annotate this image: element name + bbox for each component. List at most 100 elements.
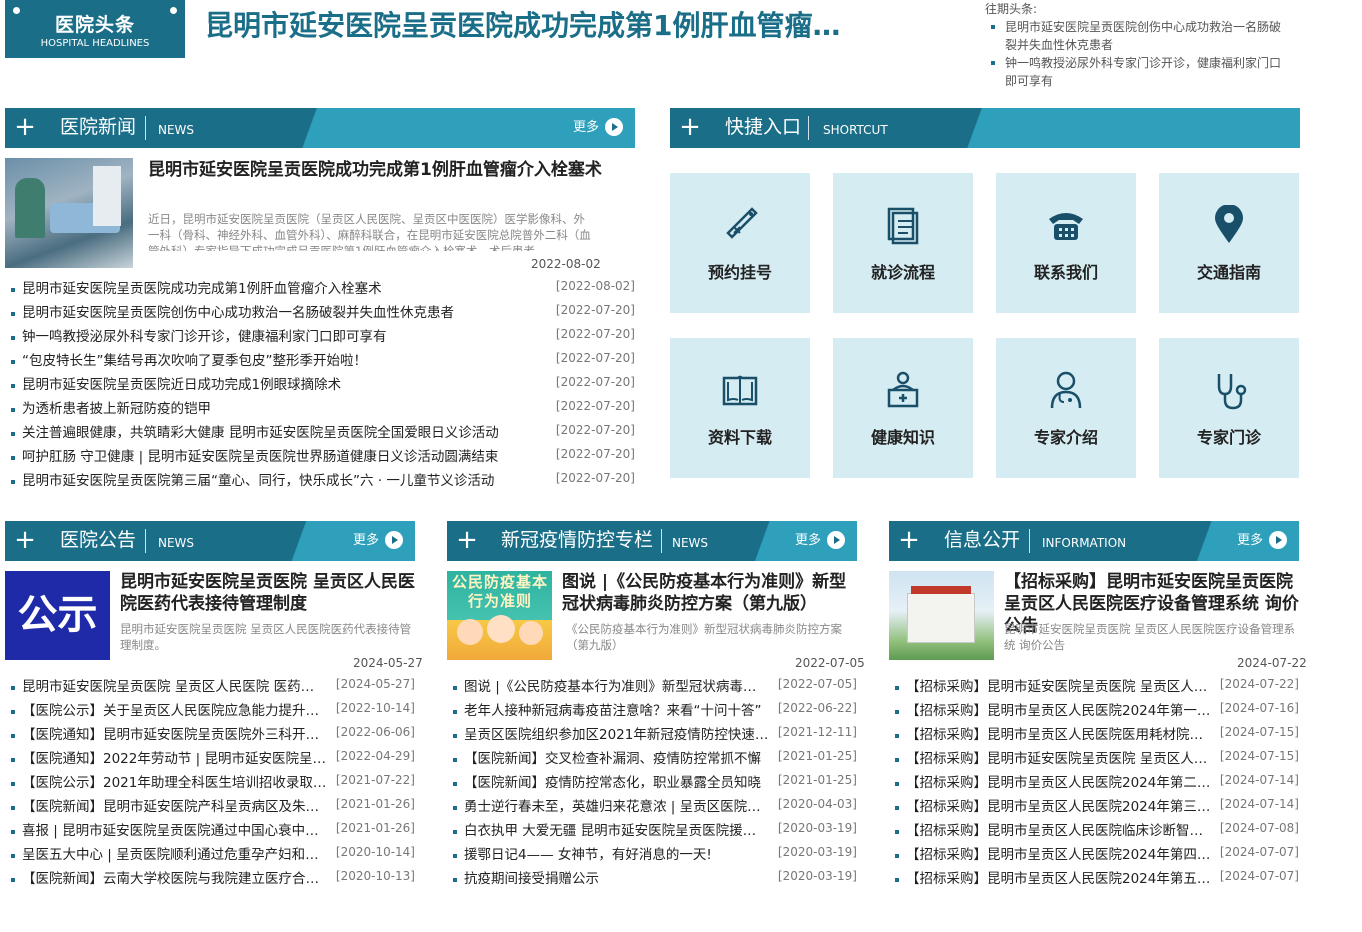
- list-item-date: [2022-07-20]: [555, 375, 635, 389]
- list-item-title[interactable]: 【招标采购】昆明市呈贡区人民医院2024年第一批次采购: [906, 699, 1211, 723]
- list-item-title[interactable]: 【招标采购】昆明市呈贡区人民医院临床诊断智能系统: [906, 819, 1211, 843]
- list-item-title[interactable]: 勇士逆行春未至，英雄归来花意浓 | 呈贡区医院援鄂医疗队: [464, 795, 769, 819]
- notice-feature-title[interactable]: 昆明市延安医院呈贡医院 呈贡区人民医院医药代表接待管理制度: [120, 571, 420, 615]
- list-item-title[interactable]: 【招标采购】昆明市呈贡区人民医院2024年第三批次采购: [906, 795, 1211, 819]
- headline-title-link[interactable]: 昆明市延安医院呈贡医院成功完成第1例肝血管瘤介入栓塞术: [205, 8, 845, 44]
- notice-plus-icon[interactable]: +: [5, 521, 45, 561]
- list-item-title[interactable]: 【医院新闻】交叉检查补漏洞、疫情防控常抓不懈: [464, 747, 761, 771]
- shortcut-tile-3[interactable]: 交通指南: [1159, 173, 1299, 313]
- shortcut-tile-label: 专家介绍: [1033, 428, 1098, 447]
- notice-more-button[interactable]: 更多: [353, 521, 403, 561]
- shortcut-tile-label: 预约挂号: [707, 263, 772, 282]
- list-item[interactable]: 呵护肛肠 守卫健康 | 昆明市延安医院呈贡医院世界肠道健康日义诊活动圆满结束 [2…: [5, 445, 635, 469]
- list-item-title[interactable]: 【招标采购】昆明市呈贡区人民医院2024年第五批次采购: [906, 867, 1211, 891]
- shortcut-tile-4[interactable]: 资料下载: [670, 338, 810, 478]
- notice-feature-image[interactable]: 公示: [5, 571, 110, 660]
- list-item-date: [2021-07-22]: [335, 773, 415, 787]
- shortcut-tile-7[interactable]: 专家门诊: [1159, 338, 1299, 478]
- shortcut-tile-label: 专家门诊: [1196, 428, 1261, 447]
- list-item-title[interactable]: 昆明市延安医院呈贡医院 呈贡区人民医院 医药代表接待管理制度: [22, 675, 327, 699]
- list-item-title[interactable]: 呈医五大中心 | 呈贡医院顺利通过危重孕产妇和新生儿救治中心: [22, 843, 327, 867]
- list-item-title[interactable]: 钟一鸣教授泌尿外科专家门诊开诊，健康福利家门口即可享有: [22, 325, 387, 349]
- list-item-title[interactable]: 【医院新闻】昆明市延安医院产科呈贡病区及朱家营社区: [22, 795, 327, 819]
- list-item[interactable]: “包皮特长生”集结号再次吹响了夏季包皮”整形季开始啦！ [2022-07-20]: [5, 349, 635, 373]
- list-item-title[interactable]: 喜报 | 昆明市延安医院呈贡医院通过中国心衰中心认证: [22, 819, 327, 843]
- list-item-title[interactable]: 图说 |《公民防疫基本行为准则》新型冠状病毒肺炎防控方案: [464, 675, 769, 699]
- notice-feature-desc: 昆明市延安医院呈贡医院 呈贡区人民医院医药代表接待管理制度。: [120, 622, 412, 652]
- list-item-date: [2022-07-20]: [555, 327, 635, 341]
- shortcut-plus-icon[interactable]: +: [670, 108, 710, 148]
- covid-feature-image[interactable]: 公民防疫基本行为准则: [447, 571, 552, 660]
- list-item-date: [2021-01-25]: [777, 749, 857, 763]
- list-item-title[interactable]: 【医院新闻】云南大学校医院与我院建立医疗合作关系: [22, 867, 327, 891]
- list-item-title[interactable]: 呵护肛肠 守卫健康 | 昆明市延安医院呈贡医院世界肠道健康日义诊活动圆满结束: [22, 445, 498, 469]
- news-more-button[interactable]: 更多: [573, 108, 623, 148]
- covid-feature-desc: 《公民防疫基本行为准则》新型冠状病毒肺炎防控方案（第九版）: [566, 622, 842, 652]
- headline-badge: 医院头条 HOSPITAL HEADLINES: [5, 0, 185, 58]
- info-feature-date: 2024-07-22: [1237, 656, 1307, 670]
- list-item-title[interactable]: 【医院通知】昆明市延安医院呈贡医院外三科开诊通知: [22, 723, 327, 747]
- past-headline-link[interactable]: 昆明市延安医院呈贡医院创伤中心成功救治一名肠破裂并失血性休克患者: [985, 18, 1285, 54]
- list-item-title[interactable]: 【医院通知】2022年劳动节 | 昆明市延安医院呈贡医院放假通知: [22, 747, 327, 771]
- list-item-title[interactable]: 昆明市延安医院呈贡医院创伤中心成功救治一名肠破裂并失血性休克患者: [22, 301, 454, 325]
- info-feature-image[interactable]: [889, 571, 994, 660]
- list-item-date: [2022-10-14]: [335, 701, 415, 715]
- list-item-title[interactable]: 【医院公示】关于呈贡区人民医院应急能力提升项目公示: [22, 699, 327, 723]
- list-item[interactable]: 昆明市延安医院呈贡医院成功完成第1例肝血管瘤介入栓塞术 [2022-08-02]: [5, 277, 635, 301]
- list-item[interactable]: 钟一鸣教授泌尿外科专家门诊开诊，健康福利家门口即可享有 [2022-07-20]: [5, 325, 635, 349]
- shortcut-tile-0[interactable]: 预约挂号: [670, 173, 810, 313]
- list-item-date: [2024-07-14]: [1219, 797, 1299, 811]
- covid-plus-icon[interactable]: +: [447, 521, 487, 561]
- list-item-date: [2024-07-15]: [1219, 725, 1299, 739]
- list-item-title[interactable]: 为透析患者披上新冠防疫的铠甲: [22, 397, 211, 421]
- list-item[interactable]: 昆明市延安医院呈贡医院第三届“童心、同行，快乐成长”六 · 一儿童节义诊活动 [2…: [5, 469, 635, 493]
- list-item-title[interactable]: 昆明市延安医院呈贡医院近日成功完成1例眼球摘除术: [22, 373, 341, 397]
- shortcut-tile-5[interactable]: 健康知识: [833, 338, 973, 478]
- past-headline-link[interactable]: 钟一鸣教授泌尿外科专家门诊开诊，健康福利家门口即可享有: [985, 54, 1285, 90]
- shortcut-tile-label: 联系我们: [1033, 263, 1098, 282]
- list-item[interactable]: 抗疫期间接受捐赠公示 [2020-03-19]: [447, 867, 857, 891]
- list-item-date: [2024-07-15]: [1219, 749, 1299, 763]
- info-more-button[interactable]: 更多: [1237, 521, 1287, 561]
- shortcut-tile-2[interactable]: 联系我们: [996, 173, 1136, 313]
- list-item-title[interactable]: 援鄂日记4—— 女神节，有好消息的一天!: [464, 843, 712, 867]
- info-plus-icon[interactable]: +: [889, 521, 929, 561]
- list-item-date: [2024-07-07]: [1219, 869, 1299, 883]
- news-feature-date: 2022-08-02: [531, 257, 601, 271]
- news-feature-image[interactable]: [5, 158, 133, 268]
- book-icon: [722, 375, 758, 406]
- list-item-date: [2021-12-11]: [777, 725, 857, 739]
- list-item-title[interactable]: 抗疫期间接受捐赠公示: [464, 867, 599, 891]
- info-list: 【招标采购】昆明市延安医院呈贡医院 呈贡区人民医院医疗设备 [2024-07-22…: [889, 675, 1299, 891]
- list-item-title[interactable]: 【招标采购】昆明市呈贡区人民医院医用耗材院内采购: [906, 723, 1211, 747]
- covid-feature-title[interactable]: 图说 |《公民防疫基本行为准则》新型冠状病毒肺炎防控方案（第九版）: [562, 571, 854, 615]
- shortcut-tile-6[interactable]: 专家介绍: [996, 338, 1136, 478]
- news-feature-title[interactable]: 昆明市延安医院呈贡医院成功完成第1例肝血管瘤介入栓塞术: [148, 159, 608, 181]
- list-item-title[interactable]: “包皮特长生”集结号再次吹响了夏季包皮”整形季开始啦！: [22, 349, 367, 373]
- document-icon: [887, 207, 919, 245]
- list-item-title[interactable]: 【医院新闻】疫情防控常态化，职业暴露全员知晓: [464, 771, 761, 795]
- list-item-title[interactable]: 白衣执甲 大爱无疆 昆明市延安医院呈贡医院援鄂医疗队: [464, 819, 769, 843]
- list-item-title[interactable]: 昆明市延安医院呈贡医院成功完成第1例肝血管瘤介入栓塞术: [22, 277, 382, 301]
- list-item-date: [2022-06-22]: [777, 701, 857, 715]
- list-item[interactable]: 【招标采购】昆明市呈贡区人民医院2024年第五批次采购 [2024-07-07]: [889, 867, 1299, 891]
- list-item[interactable]: 昆明市延安医院呈贡医院近日成功完成1例眼球摘除术 [2022-07-20]: [5, 373, 635, 397]
- list-item[interactable]: 昆明市延安医院呈贡医院创伤中心成功救治一名肠破裂并失血性休克患者 [2022-07…: [5, 301, 635, 325]
- list-item-title[interactable]: 老年人接种新冠病毒疫苗注意啥？来看“十问十答”: [464, 699, 762, 723]
- list-item[interactable]: 【医院新闻】云南大学校医院与我院建立医疗合作关系 [2020-10-13]: [5, 867, 415, 891]
- news-plus-icon[interactable]: +: [5, 108, 45, 148]
- list-item-title[interactable]: 关注普遍眼健康，共筑睛彩大健康 昆明市延安医院呈贡医院全国爱眼日义诊活动: [22, 421, 499, 445]
- covid-more-button[interactable]: 更多: [795, 521, 845, 561]
- shortcut-tile-1[interactable]: 就诊流程: [833, 173, 973, 313]
- list-item-title[interactable]: 【招标采购】昆明市延安医院呈贡医院 呈贡区人民医院: [906, 747, 1211, 771]
- list-item-title[interactable]: 【招标采购】昆明市延安医院呈贡医院 呈贡区人民医院医疗设备: [906, 675, 1211, 699]
- list-item[interactable]: 为透析患者披上新冠防疫的铠甲 [2022-07-20]: [5, 397, 635, 421]
- list-item-title[interactable]: 【招标采购】昆明市呈贡区人民医院2024年第二批次采购: [906, 771, 1211, 795]
- list-item-title[interactable]: 昆明市延安医院呈贡医院第三届“童心、同行，快乐成长”六 · 一儿童节义诊活动: [22, 469, 494, 493]
- list-item[interactable]: 关注普遍眼健康，共筑睛彩大健康 昆明市延安医院呈贡医院全国爱眼日义诊活动 [202…: [5, 421, 635, 445]
- news-feature-desc: 近日，昆明市延安医院呈贡医院（呈贡区人民医院、呈贡区中医医院）医学影像科、外一科…: [148, 212, 591, 251]
- list-item-title[interactable]: 【招标采购】昆明市呈贡区人民医院2024年第四批次采购: [906, 843, 1211, 867]
- list-item-date: [2022-07-05]: [777, 677, 857, 691]
- list-item-title[interactable]: 【医院公示】2021年助理全科医生培训招收录取名单公示: [22, 771, 327, 795]
- list-item-title[interactable]: 呈贡区医院组织参加区2021年新冠疫情防控快速处置演练: [464, 723, 769, 747]
